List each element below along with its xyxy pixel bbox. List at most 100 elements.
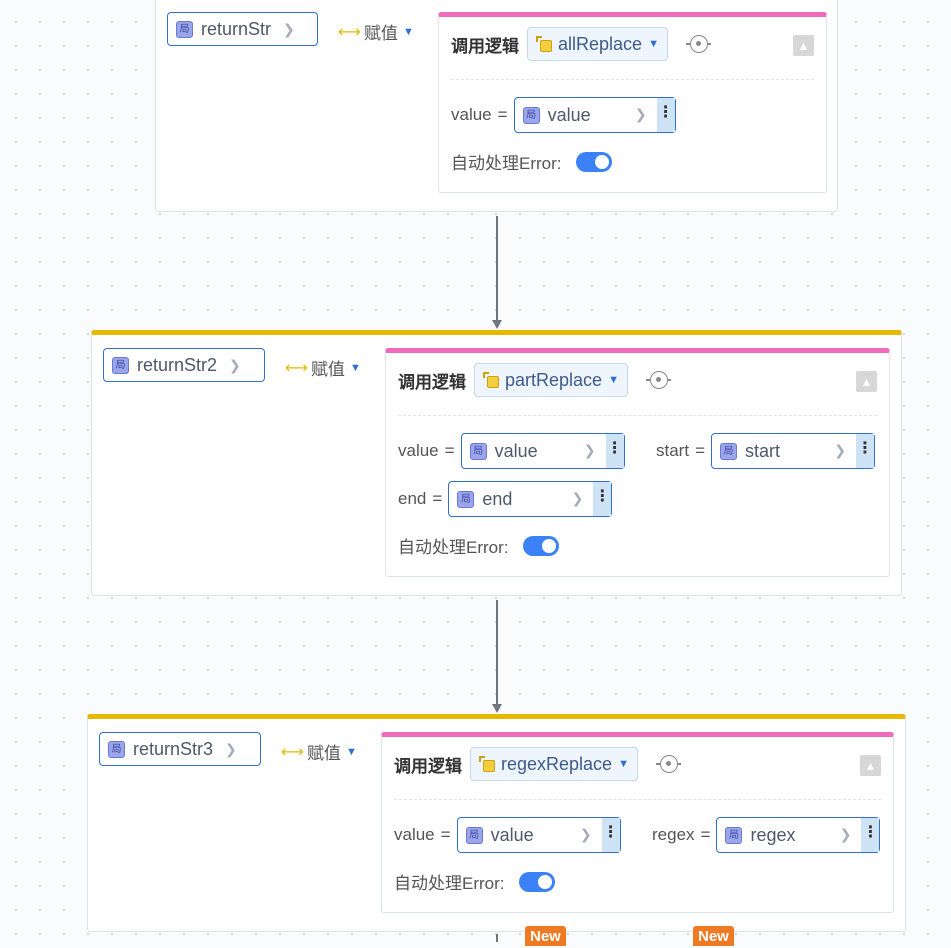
locate-icon[interactable] [685, 35, 711, 53]
local-variable-icon: 局 [465, 826, 483, 844]
call-logic-title: 调用逻辑 [394, 756, 462, 776]
logic-icon [483, 372, 499, 388]
call-logic-header: 调用逻辑 regexReplace ▼ [394, 747, 681, 781]
logic-select-2[interactable]: partReplace ▼ [474, 363, 628, 397]
local-variable-icon: 局 [522, 106, 540, 124]
caret-down-icon: ▼ [648, 38, 659, 50]
more-options-icon[interactable]: ⋮ [593, 482, 612, 516]
divider [394, 799, 881, 800]
divider [451, 79, 814, 80]
assign-operator-1[interactable]: ⟷ 赋值 ▼ [338, 19, 414, 44]
param-input-start[interactable]: 局 start ❯ ⋮ [711, 433, 875, 469]
target-variable-2[interactable]: 局 returnStr2 ❯ [103, 348, 265, 382]
param-label: end [398, 489, 427, 508]
more-options-icon[interactable]: ⋮ [656, 98, 675, 132]
assign-operator-3[interactable]: ⟷ 赋值 ▼ [281, 739, 357, 764]
param-regex-3: regex = 局 regex ❯ ⋮ [652, 817, 881, 853]
caret-down-icon: ▼ [349, 361, 361, 374]
param-start-2: start = 局 start ❯ ⋮ [656, 433, 875, 469]
logic-icon [536, 36, 552, 52]
equals-sign: = [497, 105, 508, 124]
local-variable-icon: 局 [108, 740, 125, 758]
param-value-1: value = 局 value ❯ ⋮ [451, 97, 676, 133]
local-variable-icon: 局 [457, 490, 475, 508]
chevron-right-icon: ❯ [834, 442, 846, 458]
local-variable-icon: 局 [176, 20, 193, 38]
target-variable-3[interactable]: 局 returnStr3 ❯ [99, 732, 261, 766]
logic-select-3[interactable]: regexReplace ▼ [470, 747, 638, 781]
param-input-value[interactable]: 局 value ❯ ⋮ [456, 817, 621, 853]
new-badge-2[interactable]: New [693, 926, 734, 946]
target-variable-name: returnStr2 [137, 354, 218, 375]
auto-error-label: 自动处理Error: [398, 538, 509, 557]
local-variable-icon: 局 [725, 826, 743, 844]
divider [398, 415, 877, 416]
collapse-button-2[interactable]: ▲ [856, 371, 877, 392]
param-value-3: value = 局 value ❯ ⋮ [394, 817, 621, 853]
more-options-icon[interactable]: ⋮ [856, 434, 874, 468]
param-label: value [394, 825, 435, 844]
assign-label: 赋值 [363, 24, 398, 43]
auto-error-label: 自动处理Error: [394, 874, 505, 893]
auto-error-toggle-2[interactable] [522, 535, 559, 556]
chevron-right-icon: ❯ [283, 20, 295, 37]
equals-sign: = [440, 825, 451, 844]
collapse-button-3[interactable]: ▲ [860, 755, 881, 776]
chevron-right-icon: ❯ [571, 490, 584, 506]
chevron-right-icon: ❯ [583, 442, 596, 458]
local-variable-icon: 局 [112, 356, 129, 374]
param-input-value[interactable]: 局 value ❯ ⋮ [460, 433, 625, 469]
param-input-end[interactable]: 局 end ❯ ⋮ [448, 481, 613, 517]
double-arrow-icon: ⟷ [338, 23, 361, 41]
more-options-icon[interactable]: ⋮ [605, 434, 624, 468]
locate-icon[interactable] [655, 755, 681, 773]
param-input-value[interactable]: 局 value ❯ ⋮ [513, 97, 676, 133]
collapse-button-1[interactable]: ▲ [793, 35, 814, 56]
chevron-right-icon: ❯ [229, 356, 241, 373]
double-arrow-icon: ⟷ [281, 743, 304, 761]
logic-select-1[interactable]: allReplace ▼ [527, 27, 668, 61]
logic-name: partReplace [505, 369, 603, 390]
caret-down-icon: ▼ [618, 758, 629, 770]
flow-connector-3 [496, 934, 498, 942]
local-variable-icon: 局 [469, 442, 487, 460]
target-variable-1[interactable]: 局 returnStr ❯ [167, 12, 318, 46]
caret-down-icon: ▼ [345, 745, 357, 758]
call-logic-panel-1: 调用逻辑 allReplace ▼ ▲ value = 局 value ❯ ⋮ 自… [438, 12, 827, 193]
caret-down-icon: ▼ [402, 25, 414, 38]
flow-connector-2 [496, 600, 498, 705]
caret-down-icon: ▼ [608, 374, 619, 386]
assign-operator-2[interactable]: ⟷ 赋值 ▼ [285, 355, 361, 380]
param-label: value [398, 441, 439, 460]
param-label: value [451, 105, 492, 124]
chevron-right-icon: ❯ [634, 106, 647, 122]
param-value-2: value = 局 value ❯ ⋮ [398, 433, 625, 469]
target-variable-name: returnStr3 [133, 738, 214, 759]
chevron-right-icon: ❯ [839, 826, 852, 842]
call-logic-panel-2: 调用逻辑 partReplace ▼ ▲ value = 局 value ❯ ⋮ … [385, 348, 890, 577]
param-variable-name: value [494, 440, 538, 461]
locate-icon[interactable] [645, 371, 671, 389]
assign-label: 赋值 [306, 744, 341, 763]
flow-connector-1 [496, 216, 498, 321]
equals-sign: = [700, 825, 711, 844]
equals-sign: = [444, 441, 455, 460]
param-input-regex[interactable]: 局 regex ❯ ⋮ [716, 817, 881, 853]
equals-sign: = [695, 441, 705, 460]
param-variable-name: value [547, 104, 591, 125]
auto-error-row-3: 自动处理Error: [394, 869, 555, 894]
assign-label: 赋值 [310, 360, 345, 379]
param-label: start [656, 441, 690, 460]
auto-error-toggle-3[interactable] [518, 871, 555, 892]
flow-arrowhead-1 [492, 320, 502, 329]
call-logic-panel-3: 调用逻辑 regexReplace ▼ ▲ value = 局 value ❯ ⋮… [381, 732, 894, 913]
equals-sign: = [432, 489, 443, 508]
call-logic-title: 调用逻辑 [398, 372, 466, 392]
call-logic-header: 调用逻辑 partReplace ▼ [398, 363, 671, 397]
new-badge-1[interactable]: New [525, 926, 566, 946]
more-options-icon[interactable]: ⋮ [601, 818, 620, 852]
param-variable-name: start [745, 440, 781, 461]
more-options-icon[interactable]: ⋮ [861, 818, 880, 852]
param-variable-name: regex [750, 824, 796, 845]
auto-error-toggle-1[interactable] [575, 151, 612, 172]
